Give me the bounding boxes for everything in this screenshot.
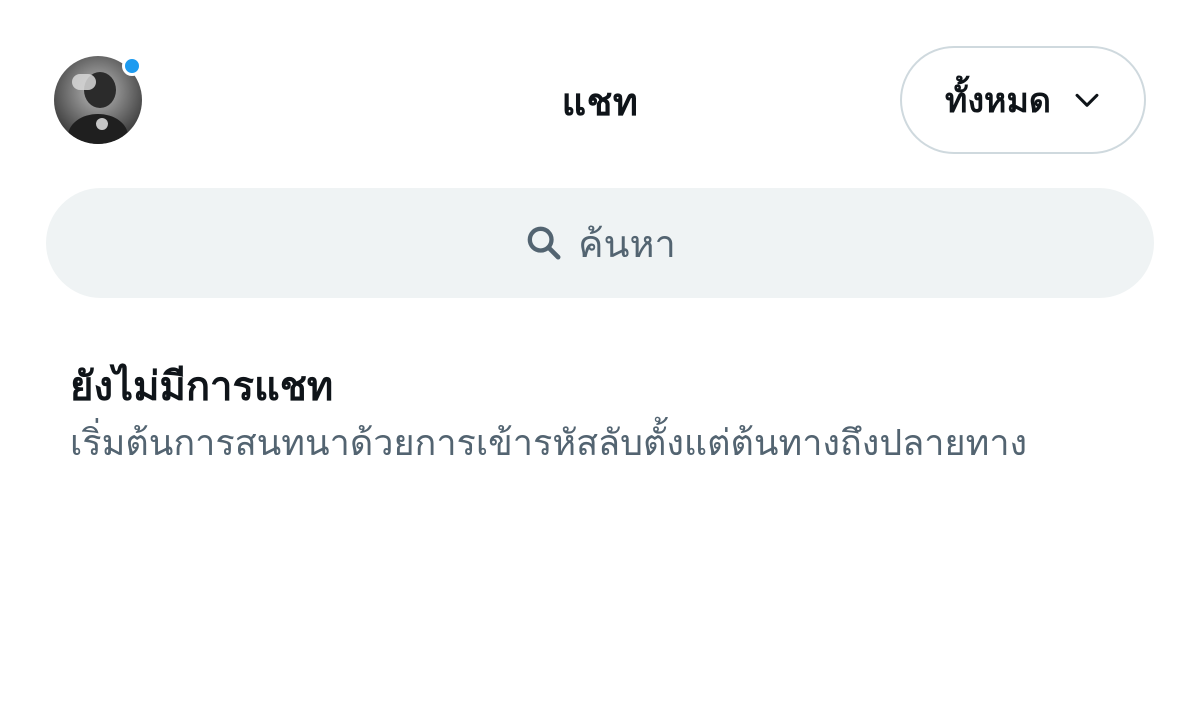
- chat-screen: แชท ทั้งหมด ค้นหา ยังไม่มีการแชท เริ่มต้…: [0, 0, 1200, 717]
- search-input[interactable]: ค้นหา: [46, 188, 1154, 298]
- search-icon: [527, 226, 561, 260]
- filter-dropdown-button[interactable]: ทั้งหมด: [900, 46, 1146, 154]
- empty-state-description: เริ่มต้นการสนทนาด้วยการเข้ารหัสลับตั้งแต…: [70, 423, 1028, 464]
- empty-state-title: ยังไม่มีการแชท: [70, 364, 334, 410]
- chevron-down-icon: [1075, 93, 1099, 107]
- online-status-dot: [122, 56, 142, 76]
- filter-label: ทั้งหมด: [945, 81, 1051, 121]
- search-placeholder: ค้นหา: [578, 221, 676, 266]
